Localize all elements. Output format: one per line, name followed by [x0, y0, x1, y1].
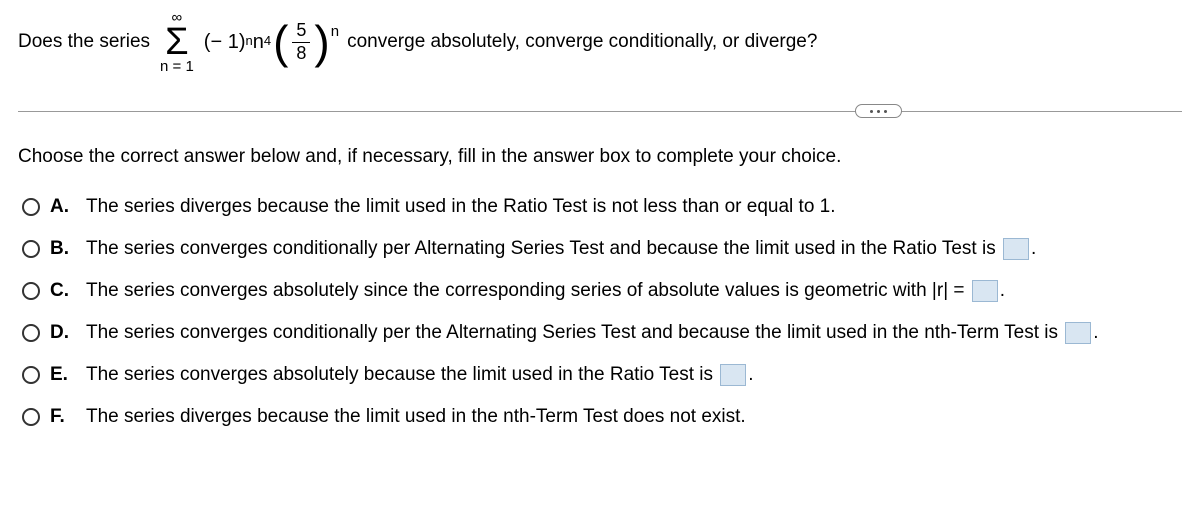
sigma-symbol: Σ — [165, 25, 189, 59]
divider-row — [18, 104, 1182, 118]
radio-c[interactable] — [22, 282, 40, 300]
answer-box-b[interactable] — [1003, 238, 1029, 260]
choice-e: E. The series converges absolutely becau… — [22, 364, 1182, 386]
question-text-after: converge absolutely, converge conditiona… — [347, 31, 817, 53]
fraction-denominator: 8 — [292, 44, 310, 64]
more-options-button[interactable] — [855, 104, 902, 118]
choice-b: B. The series converges conditionally pe… — [22, 238, 1182, 260]
choice-label-e: E. — [50, 364, 70, 386]
dot-icon — [870, 110, 873, 113]
outer-exponent: n — [331, 23, 339, 40]
exp-n-1: n — [245, 33, 252, 48]
choice-label-f: F. — [50, 406, 70, 428]
dot-icon — [884, 110, 887, 113]
choice-list: A. The series diverges because the limit… — [22, 196, 1182, 428]
choice-c: C. The series converges absolutely since… — [22, 280, 1182, 302]
left-paren-icon: ( — [273, 26, 288, 58]
choice-d: D. The series converges conditionally pe… — [22, 322, 1182, 344]
choice-label-c: C. — [50, 280, 70, 302]
choice-text-a: The series diverges because the limit us… — [86, 196, 836, 218]
question-row: Does the series ∞ Σ n = 1 (− 1)nn4 ( 5 8… — [18, 10, 1182, 74]
fraction-numerator: 5 — [292, 21, 310, 41]
answer-box-c[interactable] — [972, 280, 998, 302]
choice-label-b: B. — [50, 238, 70, 260]
sigma-lower: n = 1 — [160, 59, 194, 74]
choice-text-f: The series diverges because the limit us… — [86, 406, 746, 428]
choice-d-after: . — [1093, 322, 1098, 343]
exp-4: 4 — [264, 33, 271, 48]
dot-icon — [877, 110, 880, 113]
choice-text-c: The series converges absolutely since th… — [86, 280, 1005, 302]
divider-line — [18, 111, 1182, 112]
choice-e-after: . — [748, 364, 753, 385]
choice-e-before: The series converges absolutely because … — [86, 364, 718, 385]
instruction-text: Choose the correct answer below and, if … — [18, 146, 1182, 168]
choice-f: F. The series diverges because the limit… — [22, 406, 1182, 428]
choice-label-d: D. — [50, 322, 70, 344]
n-factor: n — [253, 31, 264, 54]
radio-f[interactable] — [22, 408, 40, 426]
radio-e[interactable] — [22, 366, 40, 384]
choice-c-before: The series converges absolutely since th… — [86, 280, 970, 301]
answer-box-d[interactable] — [1065, 322, 1091, 344]
neg-one-base: (− 1) — [204, 31, 246, 54]
fraction-paren: ( 5 8 ) n — [273, 21, 339, 64]
series-term: (− 1)nn4 ( 5 8 ) n — [204, 21, 341, 64]
choice-text-d: The series converges conditionally per t… — [86, 322, 1099, 344]
choice-b-before: The series converges conditionally per A… — [86, 238, 1001, 259]
choice-text-b: The series converges conditionally per A… — [86, 238, 1036, 260]
answer-box-e[interactable] — [720, 364, 746, 386]
choice-c-after: . — [1000, 280, 1005, 301]
right-paren-icon: ) — [314, 26, 329, 58]
series-expression: ∞ Σ n = 1 (− 1)nn4 ( 5 8 ) n — [156, 10, 341, 74]
choice-d-before: The series converges conditionally per t… — [86, 322, 1063, 343]
choice-b-after: . — [1031, 238, 1036, 259]
question-text-before: Does the series — [18, 31, 150, 53]
radio-b[interactable] — [22, 240, 40, 258]
choice-a: A. The series diverges because the limit… — [22, 196, 1182, 218]
sigma-group: ∞ Σ n = 1 — [160, 10, 194, 74]
fraction: 5 8 — [292, 21, 310, 64]
choice-text-e: The series converges absolutely because … — [86, 364, 754, 386]
choice-label-a: A. — [50, 196, 70, 218]
radio-d[interactable] — [22, 324, 40, 342]
radio-a[interactable] — [22, 198, 40, 216]
